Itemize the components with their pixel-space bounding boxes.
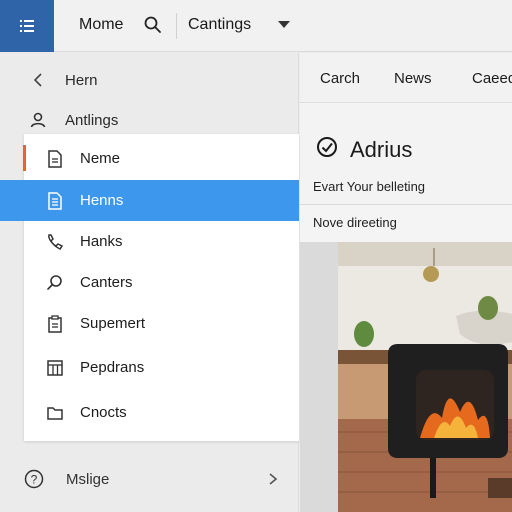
card-footer-text[interactable]: Nove direeting <box>313 215 397 230</box>
panel-item-label: Canters <box>80 274 133 291</box>
caret-down-icon[interactable] <box>278 21 290 28</box>
app-title: Mome <box>79 16 124 33</box>
chevron-right-icon <box>269 473 278 485</box>
tab-news[interactable]: News <box>394 70 432 87</box>
panel-item-henns[interactable]: Henns <box>0 180 299 221</box>
selection-indicator <box>23 145 26 171</box>
table-icon <box>45 358 65 378</box>
search-icon <box>45 273 65 293</box>
search-icon[interactable] <box>143 15 163 35</box>
user-icon <box>28 110 48 130</box>
panel-item-label: Cnocts <box>80 404 127 421</box>
panel-item-label: Neme <box>80 150 121 167</box>
document-icon <box>45 149 65 169</box>
top-bar: Mome Cantings <box>0 0 512 52</box>
sidebar-item-label: Antlings <box>65 111 119 129</box>
footer-label: Mslige <box>66 471 110 488</box>
panel-item-label: Henns <box>80 192 124 209</box>
panel-item-label: Supemert <box>80 315 146 332</box>
main-content: Carch News Caeed Adrius Evart Your belle… <box>300 53 512 512</box>
divider <box>176 13 177 39</box>
menu-button[interactable] <box>0 0 54 52</box>
card-subtitle: Evart Your belleting <box>313 179 426 194</box>
fireplace-photo <box>338 242 512 512</box>
divider <box>300 204 512 205</box>
panel-item-canters[interactable]: Canters <box>24 262 299 303</box>
hamburger-icon <box>20 20 34 32</box>
panel-item-label: Hanks <box>80 233 123 250</box>
panel-item-label: Pepdrans <box>80 359 145 376</box>
folder-icon <box>45 403 65 423</box>
tab-caeed[interactable]: Caeed <box>472 70 512 87</box>
phone-icon <box>45 232 65 252</box>
check-circle-icon <box>317 137 337 157</box>
tab-bar: Carch News Caeed <box>300 53 512 103</box>
tab-carch[interactable]: Carch <box>320 70 360 87</box>
panel-item-supemert[interactable]: Supemert <box>24 303 299 344</box>
clipboard-icon <box>45 314 65 334</box>
panel-item-pepdrans[interactable]: Pepdrans <box>24 347 299 388</box>
panel-item-neme[interactable]: Neme <box>24 138 299 179</box>
dropdown-panel: Neme Henns Hanks Canters Supemert Pepdra… <box>0 134 299 441</box>
panel-item-hanks[interactable]: Hanks <box>24 221 299 262</box>
panel-item-cnocts[interactable]: Cnocts <box>24 392 299 433</box>
card-title: Adrius <box>350 137 413 162</box>
sidebar-item-account[interactable]: Antlings <box>0 102 299 138</box>
sidebar-back[interactable]: Hern <box>0 62 299 98</box>
top-select-value[interactable]: Cantings <box>188 16 251 34</box>
help-icon: ? <box>24 469 44 489</box>
photo-margin <box>300 242 338 512</box>
svg-text:?: ? <box>31 473 38 487</box>
chevron-left-icon <box>28 70 48 90</box>
document-list-icon <box>45 191 65 211</box>
sidebar-back-label: Hern <box>65 71 98 89</box>
sidebar-footer[interactable]: ? Mslige <box>0 458 299 500</box>
